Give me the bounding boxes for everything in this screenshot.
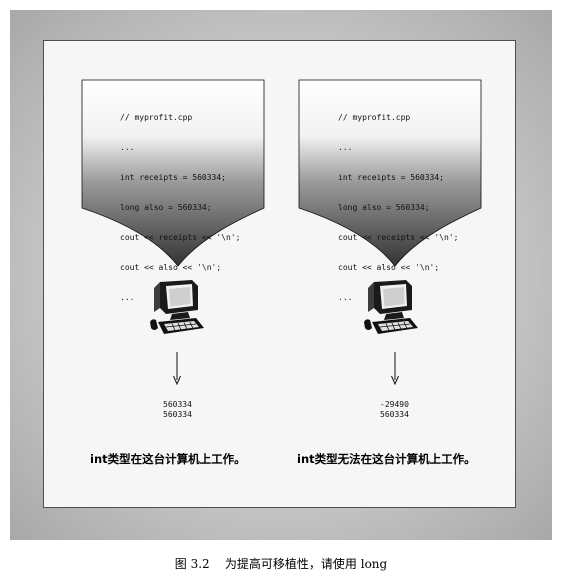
code-line: // myprofit.cpp [338, 113, 411, 122]
result-label-right: int类型无法在这台计算机上工作。 [297, 452, 476, 466]
output-value: 560334 [163, 400, 192, 409]
speech-bubbles [81, 79, 482, 267]
code-line: int receipts = 560334; [120, 173, 226, 182]
figure-caption: 图 3.2 为提高可移植性，请使用 long [174, 557, 388, 571]
code-line: cout << also << '\n'; [120, 263, 222, 272]
code-line: long also = 560334; [120, 203, 212, 212]
result-label-left: int类型在这台计算机上工作。 [90, 452, 246, 466]
code-line: cout << receipts << '\n'; [338, 233, 459, 242]
arrow-down-icon [173, 352, 181, 386]
code-line: int receipts = 560334; [338, 173, 444, 182]
code-line: ... [120, 143, 135, 152]
code-line: ... [338, 143, 353, 152]
code-line: cout << receipts << '\n'; [120, 233, 241, 242]
computer-icon [364, 280, 418, 334]
output-value: 560334 [163, 410, 192, 419]
code-line: // myprofit.cpp [120, 113, 193, 122]
computer-icon [150, 280, 204, 334]
output-value: -29490 [380, 400, 409, 409]
output-value: 560334 [380, 410, 409, 419]
arrow-down-icon [391, 352, 399, 386]
code-line: cout << also << '\n'; [338, 263, 440, 272]
code-line: long also = 560334; [338, 203, 430, 212]
